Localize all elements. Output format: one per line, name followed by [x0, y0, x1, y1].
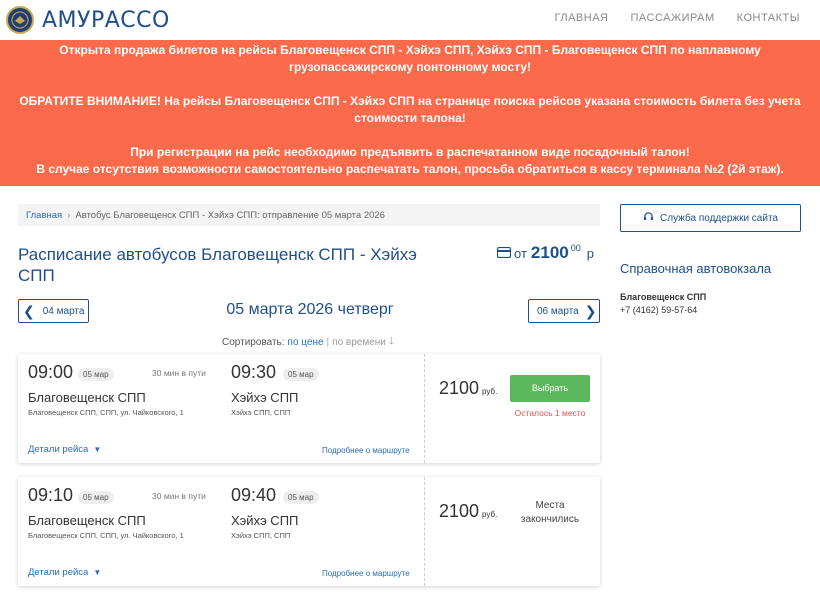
departure-time: 09:10 [28, 485, 74, 505]
chevron-right-icon: ❯ [584, 302, 597, 319]
support-label: Служба поддержки сайта [660, 212, 778, 224]
brand-name: АМУРАССО [42, 7, 170, 33]
chevron-left-icon: ❮ [23, 302, 35, 319]
trip-price-value: 2100 [439, 378, 480, 398]
departure-date-badge: 05 мар [78, 368, 114, 381]
price-from-label: от [514, 246, 527, 261]
arrival-time: 09:30 [231, 362, 277, 382]
current-date: 05 марта 2026 четверг [226, 301, 394, 318]
arrival-date-badge: 05 мар [283, 491, 319, 504]
logo-emblem-icon [6, 6, 34, 34]
caret-down-icon: ▼ [93, 568, 102, 577]
nav-contacts[interactable]: КОНТАКТЫ [737, 12, 800, 24]
info-desk-station: Благовещенск СПП [620, 292, 707, 302]
next-date-label: 06 марта [537, 305, 579, 317]
route-details-link[interactable]: Подробнее о маршруте [322, 569, 410, 578]
arrow-down-icon: 🡓 [388, 336, 395, 347]
trip-price-value: 2100 [439, 501, 480, 521]
price-from-currency: р [586, 246, 594, 261]
nav-home[interactable]: ГЛАВНАЯ [555, 12, 609, 24]
support-button[interactable]: Служба поддержки сайта [620, 204, 801, 232]
page-title: Расписание автобусов Благовещенск СПП - … [18, 245, 417, 285]
credit-card-icon [496, 245, 512, 263]
seats-left: Осталось 1 место [514, 408, 586, 418]
main-nav: ГЛАВНАЯ ПАССАЖИРАМ КОНТАКТЫ [555, 12, 800, 24]
sort-by-price[interactable]: по цене [288, 337, 324, 348]
arrival-date-badge: 05 мар [283, 368, 319, 381]
breadcrumb-current: Автобус Благовещенск СПП - Хэйхэ СПП: от… [75, 209, 385, 221]
breadcrumb: Главная › Автобус Благовещенск СПП - Хэй… [18, 204, 600, 226]
departure-station: Благовещенск СПП [28, 513, 146, 528]
prev-date-button[interactable]: ❮ 04 марта [18, 299, 89, 323]
trip-details-toggle[interactable]: Детали рейса ▼ [28, 444, 101, 455]
sold-out-line-1: Места [535, 500, 565, 511]
card-divider [424, 477, 425, 586]
info-desk-phone[interactable]: +7 (4162) 59-57-64 [620, 305, 697, 315]
notice-banner: Открыта продажа билетов на рейсы Благове… [0, 40, 820, 186]
next-date-button[interactable]: 06 марта ❯ [528, 299, 600, 323]
nav-passengers[interactable]: ПАССАЖИРАМ [631, 12, 715, 24]
sort-separator: | [326, 337, 330, 348]
card-divider [424, 354, 425, 463]
headset-icon [643, 211, 654, 225]
trip-card: 09:00 05 мар 30 мин в пути 09:30 05 мар … [18, 354, 600, 463]
price-from-kopecks: 00 [570, 243, 581, 253]
breadcrumb-home[interactable]: Главная [26, 210, 62, 221]
price-from-value: 2100 [530, 243, 569, 262]
sort-bar: Сортировать: по цене | по времени 🡓 [222, 334, 394, 351]
route-details-link[interactable]: Подробнее о маршруте [322, 446, 410, 455]
logo[interactable]: АМУРАССО [6, 6, 170, 34]
departure-time: 09:00 [28, 362, 74, 382]
sold-out-status: Места закончились [510, 499, 590, 527]
arrival-address: Хэйхэ СПП, СПП [231, 531, 291, 540]
arrival-address: Хэйхэ СПП, СПП [231, 408, 291, 417]
notice-line-3: При регистрации на рейс необходимо предъ… [130, 145, 690, 159]
trip-duration: 30 мин в пути [152, 491, 206, 501]
departure-station: Благовещенск СПП [28, 390, 146, 405]
trip-details-toggle[interactable]: Детали рейса ▼ [28, 567, 101, 578]
choose-trip-button[interactable]: Выбрать [510, 375, 590, 402]
sold-out-line-2: закончились [520, 514, 580, 525]
prev-date-label: 04 марта [42, 305, 85, 317]
departure-address: Благовещенск СПП, СПП, ул. Чайковского, … [28, 408, 184, 417]
arrival-time: 09:40 [231, 485, 277, 505]
price-from: от 2100 00 р [496, 243, 594, 263]
sort-label: Сортировать: [222, 337, 285, 348]
trip-details-label: Детали рейса [28, 444, 89, 455]
trip-price-currency: руб. [482, 510, 498, 519]
notice-line-2: ОБРАТИТЕ ВНИМАНИЕ! На рейсы Благовещенск… [19, 94, 801, 125]
trip-duration: 30 мин в пути [152, 368, 206, 378]
info-desk-title: Справочная автовокзала [620, 261, 772, 276]
arrival-station: Хэйхэ СПП [231, 513, 299, 528]
trip-price-currency: руб. [482, 387, 498, 396]
trip-card: 09:10 05 мар 30 мин в пути 09:40 05 мар … [18, 477, 600, 586]
site-header: АМУРАССО ГЛАВНАЯ ПАССАЖИРАМ КОНТАКТЫ [0, 0, 820, 40]
departure-address: Благовещенск СПП, СПП, ул. Чайковского, … [28, 531, 184, 540]
trip-price: 2100 руб. [439, 378, 497, 399]
arrival-station: Хэйхэ СПП [231, 390, 299, 405]
caret-down-icon: ▼ [93, 445, 102, 454]
sort-by-time[interactable]: по времени [332, 337, 386, 348]
departure-date-badge: 05 мар [78, 491, 114, 504]
breadcrumb-separator: › [67, 209, 71, 221]
trip-details-label: Детали рейса [28, 567, 89, 578]
trip-price: 2100 руб. [439, 501, 497, 522]
notice-line-1: Открыта продажа билетов на рейсы Благове… [59, 43, 761, 74]
notice-line-4: В случае отсутствия возможности самостоя… [36, 162, 784, 176]
